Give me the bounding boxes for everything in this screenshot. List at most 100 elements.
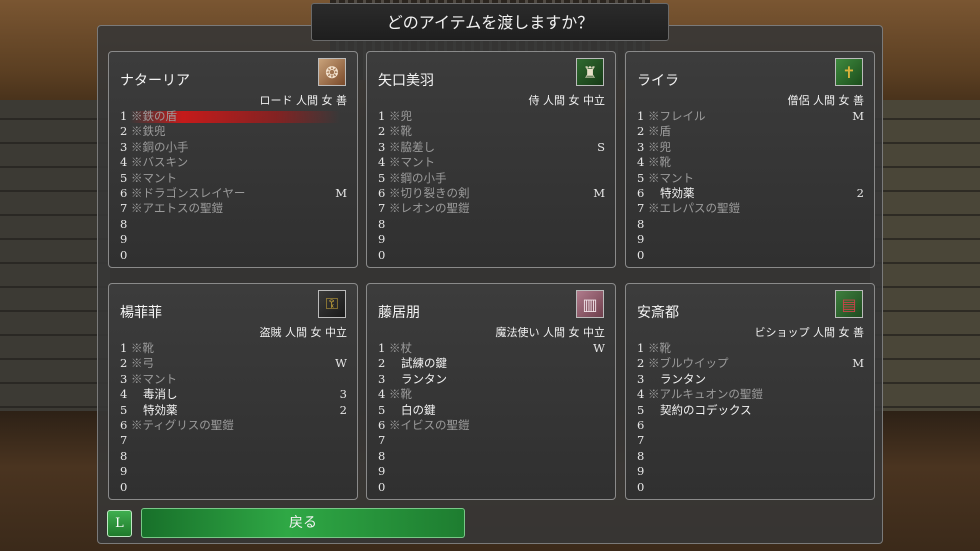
item-row[interactable]: 8: [637, 449, 864, 464]
character-card[interactable]: ナターリア ❂ ロード 人間 女 善 1 ※鉄の盾 2 ※鉄兜 3 ※銅の小手 4 ※バスキン 5 ※マ…: [108, 51, 358, 268]
item-row[interactable]: 0: [120, 480, 347, 495]
item-row[interactable]: 6: [637, 418, 864, 433]
item-row[interactable]: 2 ※靴: [378, 124, 605, 139]
item-row[interactable]: 8: [120, 217, 347, 232]
item-row[interactable]: 2 ※ブルウイップ M: [637, 356, 864, 371]
item-row[interactable]: 7 ※エレパスの聖鎧: [637, 201, 864, 216]
character-card[interactable]: ライラ ✝ 僧侶 人間 女 善 1 ※フレイル M 2 ※盾 3 ※兜 4 ※靴 5 ※マント 6 特効薬 2 7…: [625, 51, 875, 268]
item-row[interactable]: 7: [378, 433, 605, 448]
item-row[interactable]: 6 特効薬 2: [637, 186, 864, 201]
item-name: ※マント: [648, 170, 694, 185]
item-row[interactable]: 4 ※靴: [378, 387, 605, 402]
item-row[interactable]: 1 ※靴: [637, 341, 864, 356]
item-row[interactable]: 5 ※鋼の小手: [378, 171, 605, 186]
character-card[interactable]: 楊菲菲 ⚿ 盗賊 人間 女 中立 1 ※靴 2 ※弓 W 3 ※マント 4 毒消し 3 5 特効薬 2 6 ※ティ…: [108, 283, 358, 500]
item-row[interactable]: 9: [637, 232, 864, 247]
item-row[interactable]: 5 契約のコデックス: [637, 403, 864, 418]
item-slot-number: 5: [120, 170, 128, 185]
item-slot-number: 1: [637, 341, 645, 355]
item-row[interactable]: 1 ※靴: [120, 341, 347, 356]
item-row[interactable]: 1 ※フレイル M: [637, 109, 864, 124]
item-slot-number: 4: [637, 155, 645, 170]
back-button[interactable]: 戻る: [141, 508, 465, 538]
character-card[interactable]: 藤居朋 ▥ 魔法使い 人間 女 中立 1 ※杖 W 2 試練の鍵 3 ランタン 4 ※靴 5 白の鍵 6 ※イ…: [366, 283, 616, 500]
item-row[interactable]: 3 ※脇差し S: [378, 140, 605, 155]
item-slot-number: 9: [120, 464, 128, 479]
item-name: 試練の鍵: [401, 356, 447, 371]
item-row[interactable]: 7 ※アエトスの聖鎧: [120, 201, 347, 216]
item-row[interactable]: 2 ※盾: [637, 124, 864, 139]
item-row[interactable]: 7 ※レオンの聖鎧: [378, 201, 605, 216]
item-row-selected[interactable]: 1 ※鉄の盾: [120, 109, 347, 124]
item-name: ※ブルウイップ: [648, 356, 729, 371]
character-name: 安斎都: [637, 305, 679, 321]
item-row[interactable]: 0: [637, 248, 864, 263]
item-row[interactable]: 3 ※兜: [637, 140, 864, 155]
item-row[interactable]: 9: [637, 464, 864, 479]
item-row[interactable]: 0: [120, 248, 347, 263]
item-row[interactable]: 4 毒消し 3: [120, 387, 347, 402]
item-row[interactable]: 8: [120, 449, 347, 464]
item-row[interactable]: 9: [120, 232, 347, 247]
item-row[interactable]: 5 ※マント: [637, 171, 864, 186]
item-row[interactable]: 2 ※弓 W: [120, 356, 347, 371]
item-row[interactable]: 6 ※ドラゴンスレイヤー M: [120, 186, 347, 201]
l-shoulder-button[interactable]: L: [107, 510, 132, 537]
item-name: 特効薬: [660, 185, 695, 200]
item-row[interactable]: 4 ※マント: [378, 155, 605, 170]
item-row[interactable]: 1 ※杖 W: [378, 341, 605, 356]
character-card[interactable]: 矢口美羽 ♜ 侍 人間 女 中立 1 ※兜 2 ※靴 3 ※脇差し S 4 ※マント 5 ※鋼の小手 6 ※切…: [366, 51, 616, 268]
item-name: ※銅の小手: [131, 139, 189, 154]
item-name: 契約のコデックス: [660, 402, 752, 417]
item-row[interactable]: 3 ランタン: [637, 372, 864, 387]
item-row[interactable]: 0: [378, 480, 605, 495]
item-row[interactable]: 6 ※ティグリスの聖鎧: [120, 418, 347, 433]
item-name: ※マント: [131, 371, 177, 386]
item-row[interactable]: 5 白の鍵: [378, 403, 605, 418]
item-row[interactable]: 5 特効薬 2: [120, 403, 347, 418]
item-row[interactable]: 3 ※マント: [120, 372, 347, 387]
item-name: [648, 449, 660, 463]
character-class-info: 僧侶 人間 女 善: [787, 94, 865, 107]
item-row[interactable]: 9: [378, 232, 605, 247]
item-row[interactable]: 9: [378, 464, 605, 479]
item-row[interactable]: 9: [120, 464, 347, 479]
character-name: 矢口美羽: [378, 73, 434, 89]
item-name: ※靴: [131, 341, 154, 355]
item-name: ※兜: [648, 139, 671, 154]
item-row[interactable]: 1 ※兜: [378, 109, 605, 124]
helmet-icon: ♜: [576, 58, 604, 86]
item-slot-number: 7: [378, 433, 386, 448]
item-slot-number: 2: [637, 356, 645, 371]
item-slot-number: 6: [120, 185, 128, 200]
character-class-info: ビショップ 人間 女 善: [754, 326, 865, 339]
item-row[interactable]: 8: [378, 217, 605, 232]
item-row[interactable]: 4 ※バスキン: [120, 155, 347, 170]
item-row[interactable]: 3 ※銅の小手: [120, 140, 347, 155]
cross-icon: ✝: [835, 58, 863, 86]
item-row[interactable]: 2 ※鉄兜: [120, 124, 347, 139]
item-slot-number: 4: [637, 387, 645, 402]
character-name: 藤居朋: [378, 305, 420, 321]
item-slot-number: 4: [120, 155, 128, 170]
item-row[interactable]: 3 ランタン: [378, 372, 605, 387]
item-name: [389, 464, 401, 478]
item-row[interactable]: 4 ※靴: [637, 155, 864, 170]
item-name: ※アエトスの聖鎧: [131, 201, 223, 216]
item-slot-number: 8: [120, 216, 128, 231]
item-row[interactable]: 0: [637, 480, 864, 495]
item-row[interactable]: 6 ※切り裂きの剣 M: [378, 186, 605, 201]
item-row[interactable]: 7: [637, 433, 864, 448]
item-quantity: M: [852, 109, 864, 123]
item-row[interactable]: 2 試練の鍵: [378, 356, 605, 371]
item-name: ※杖: [389, 341, 412, 355]
item-name: ※靴: [389, 387, 412, 402]
item-row[interactable]: 4 ※アルキュオンの聖鎧: [637, 387, 864, 402]
item-row[interactable]: 6 ※イビスの聖鎧: [378, 418, 605, 433]
item-row[interactable]: 7: [120, 433, 347, 448]
item-row[interactable]: 0: [378, 248, 605, 263]
item-row[interactable]: 5 ※マント: [120, 171, 347, 186]
character-card[interactable]: 安斎都 ▤ ビショップ 人間 女 善 1 ※靴 2 ※ブルウイップ M 3 ランタン 4 ※アルキュオ…: [625, 283, 875, 500]
item-row[interactable]: 8: [637, 217, 864, 232]
item-row[interactable]: 8: [378, 449, 605, 464]
